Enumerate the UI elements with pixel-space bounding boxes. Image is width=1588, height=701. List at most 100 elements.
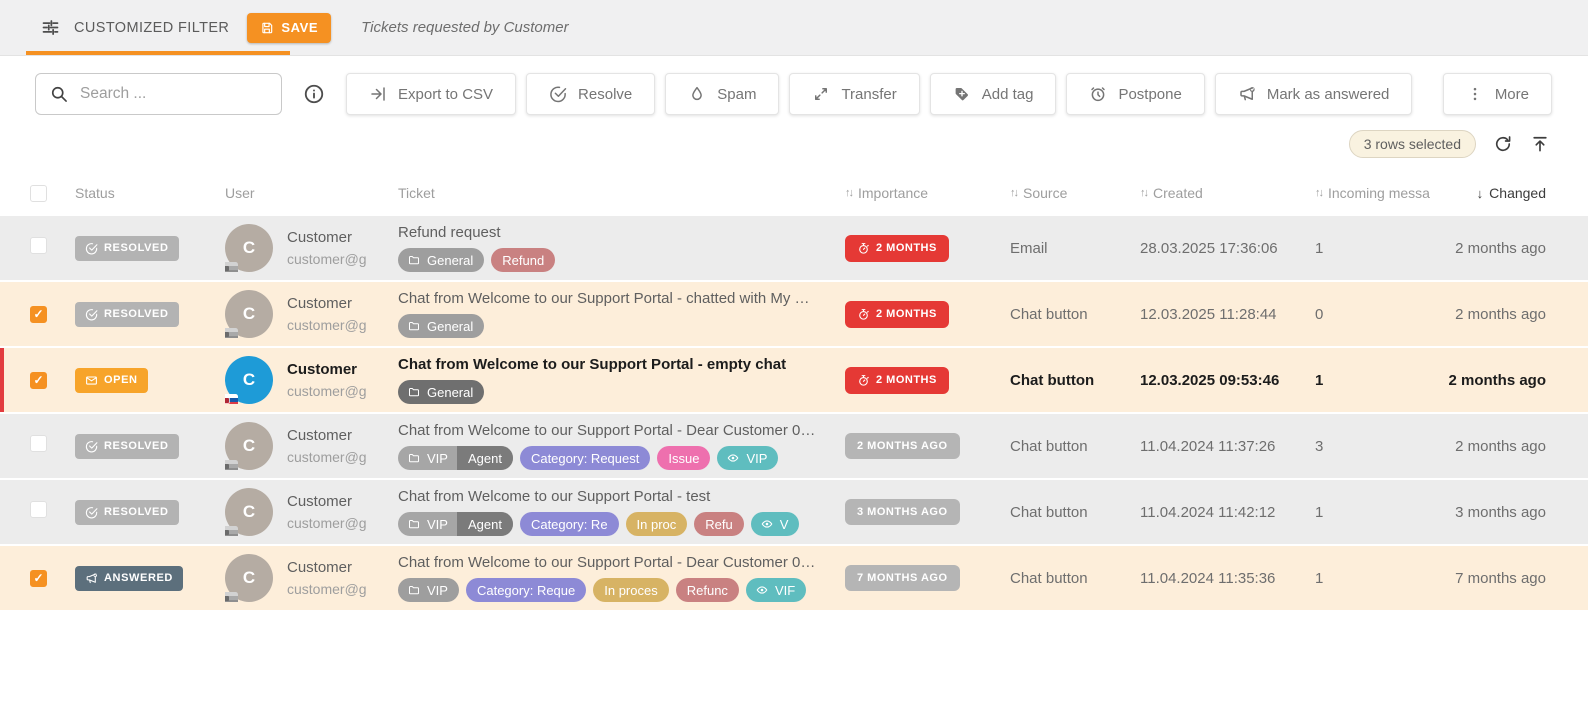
user-cell: C Customer customer@g	[225, 488, 398, 536]
avatar: C	[225, 356, 273, 404]
eye-icon	[756, 584, 768, 596]
incoming-messages-cell: 1	[1315, 240, 1440, 257]
incoming-messages-cell: 1	[1315, 570, 1440, 587]
select-all-checkbox[interactable]	[30, 185, 47, 202]
column-header-incoming-messages[interactable]: ↑↓ Incoming messa	[1315, 185, 1440, 201]
country-flag	[225, 460, 238, 470]
info-icon[interactable]	[303, 83, 325, 105]
save-button[interactable]: SAVE	[247, 13, 331, 43]
status-cell: RESOLVED	[75, 500, 225, 525]
table-row[interactable]: RESOLVED C Customer customer@g Chat from…	[0, 480, 1588, 546]
created-cell: 11.04.2024 11:42:12	[1140, 504, 1315, 521]
status-cell: RESOLVED	[75, 434, 225, 459]
ticket-title: Refund request	[398, 224, 835, 241]
scroll-top-icon[interactable]	[1530, 134, 1550, 154]
table-row[interactable]: ANSWERED C Customer customer@g Chat from…	[0, 546, 1588, 612]
importance-badge: 3 MONTHS AGO	[845, 499, 960, 525]
toolbar-button[interactable]: Add tag	[930, 73, 1057, 115]
active-tab-underline	[26, 51, 290, 55]
folder-icon	[408, 518, 420, 530]
incoming-messages-cell: 1	[1315, 372, 1440, 389]
ticket-cell: Refund request General R	[398, 224, 845, 272]
table-row[interactable]: RESOLVED C Customer customer@g Chat from…	[0, 282, 1588, 348]
eye-icon	[727, 452, 739, 464]
user-name: Customer	[287, 493, 367, 510]
row-checkbox[interactable]	[30, 306, 47, 323]
column-header-created[interactable]: ↑↓ Created	[1140, 185, 1315, 201]
row-checkbox[interactable]	[30, 372, 47, 389]
user-cell: C Customer customer@g	[225, 422, 398, 470]
ticket-title: Chat from Welcome to our Support Portal …	[398, 488, 835, 505]
ticket-tag: General	[398, 314, 484, 338]
column-header-importance[interactable]: ↑↓ Importance	[845, 185, 1010, 201]
sort-icon: ↑↓	[1140, 187, 1147, 199]
status-badge: RESOLVED	[75, 302, 179, 327]
ticket-tags: General	[398, 380, 835, 404]
source-cell: Chat button	[1010, 306, 1140, 323]
avatar: C	[225, 290, 273, 338]
toolbar-button[interactable]: Transfer	[789, 73, 919, 115]
table-row[interactable]: RESOLVED C Customer customer@g Refund re…	[0, 216, 1588, 282]
importance-cell: 2 MONTHS	[845, 235, 1010, 262]
source-cell: Chat button	[1010, 570, 1140, 587]
created-cell: 11.04.2024 11:35:36	[1140, 570, 1315, 587]
toolbar-button[interactable]: Postpone	[1066, 73, 1204, 115]
changed-cell: 7 months ago	[1440, 570, 1560, 587]
megaphone-icon	[85, 572, 98, 585]
refresh-icon[interactable]	[1493, 134, 1513, 154]
incoming-messages-cell: 0	[1315, 306, 1440, 323]
country-flag	[225, 394, 238, 404]
user-cell: C Customer customer@g	[225, 356, 398, 404]
toolbar-button[interactable]: More	[1443, 73, 1552, 115]
status-cell: ANSWERED	[75, 566, 225, 591]
toolbar-button[interactable]: Export to CSV	[346, 73, 516, 115]
importance-badge: 2 MONTHS AGO	[845, 433, 960, 459]
ticket-tag: Category: Re	[520, 512, 619, 536]
toolbar-button[interactable]: Resolve	[526, 73, 655, 115]
country-flag	[225, 262, 238, 272]
row-checkbox[interactable]	[30, 237, 47, 254]
column-header-changed[interactable]: ↓ Changed	[1440, 185, 1560, 201]
toolbar-button[interactable]: Spam	[665, 73, 779, 115]
check-circle-icon	[85, 308, 98, 321]
source-cell: Chat button	[1010, 372, 1140, 389]
ticket-tags: General Refund	[398, 248, 835, 272]
ticket-tag: VIP	[717, 446, 778, 470]
avatar: C	[225, 554, 273, 602]
row-checkbox[interactable]	[30, 435, 47, 452]
filter-subtitle: Tickets requested by Customer	[361, 19, 568, 36]
importance-badge: 2 MONTHS	[845, 301, 949, 328]
row-checkbox[interactable]	[30, 501, 47, 518]
search-input[interactable]	[80, 85, 268, 103]
status-cell: OPEN	[75, 368, 225, 393]
table-row[interactable]: OPEN C Customer customer@g Chat from Wel…	[0, 348, 1588, 414]
column-header-ticket: Ticket	[398, 185, 845, 201]
created-cell: 28.03.2025 17:36:06	[1140, 240, 1315, 257]
eye-icon	[761, 518, 773, 530]
ticket-cell: Chat from Welcome to our Support Portal …	[398, 488, 845, 536]
ticket-cell: Chat from Welcome to our Support Portal …	[398, 290, 845, 338]
importance-badge: 2 MONTHS	[845, 235, 949, 262]
table-row[interactable]: RESOLVED C Customer customer@g Chat from…	[0, 414, 1588, 480]
user-name: Customer	[287, 361, 367, 378]
user-name: Customer	[287, 559, 367, 576]
toolbar-button[interactable]: Mark as answered	[1215, 73, 1413, 115]
status-badge: RESOLVED	[75, 434, 179, 459]
alarm-icon	[1089, 85, 1107, 103]
column-header-source[interactable]: ↑↓ Source	[1010, 185, 1140, 201]
rows-selected-badge: 3 rows selected	[1349, 130, 1476, 158]
transfer-icon	[812, 85, 830, 103]
tag-plus-icon	[953, 85, 971, 103]
importance-cell: 3 MONTHS AGO	[845, 499, 1010, 525]
table-header: Status User Ticket ↑↓ Importance ↑↓ Sour…	[0, 170, 1588, 216]
column-header-user: User	[225, 185, 398, 201]
user-email: customer@g	[287, 317, 367, 333]
megaphone-icon	[1238, 85, 1256, 103]
customized-filter-tab[interactable]: CUSTOMIZED FILTER	[40, 17, 229, 38]
user-cell: C Customer customer@g	[225, 290, 398, 338]
ticket-tag: VIP Agent	[398, 446, 513, 470]
ticket-tag: Category: Reque	[466, 578, 586, 602]
importance-cell: 2 MONTHS	[845, 301, 1010, 328]
row-checkbox[interactable]	[30, 570, 47, 587]
importance-cell: 2 MONTHS	[845, 367, 1010, 394]
